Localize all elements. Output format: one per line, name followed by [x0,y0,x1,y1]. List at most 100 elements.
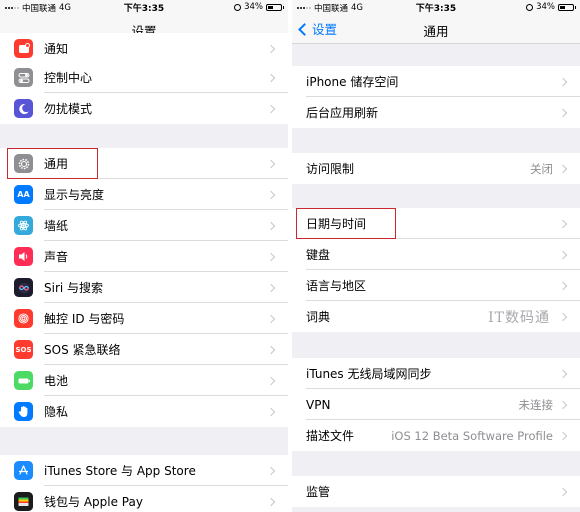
settings-row-general[interactable]: 通用 [0,148,288,179]
chevron-right-icon [266,104,276,113]
settings-row-display-brightness[interactable]: AA 显示与亮度 [0,179,288,210]
row-value: iOS 12 Beta Software Profile [391,428,553,443]
row-label: 声音 [44,250,69,264]
speaker-icon [14,247,33,266]
row-label: 隐私 [44,405,69,419]
row-label: 访问限制 [306,162,355,176]
chevron-right-icon [558,108,568,117]
row-label: 词典 [306,310,331,324]
general-row-restrictions[interactable]: 访问限制 关闭 [292,153,580,184]
battery-icon [266,3,284,11]
chevron-right-icon [558,164,568,173]
general-row-background-refresh[interactable]: 后台应用刷新 [292,97,580,128]
chevron-right-icon [558,369,568,378]
chevron-right-icon [266,190,276,199]
chevron-right-icon [558,281,568,290]
row-value: 未连接 [518,397,554,412]
page-title: 通用 [423,24,449,39]
chevron-right-icon [558,400,568,409]
battery-percent: 34% [536,2,555,12]
row-label: Siri 与搜索 [44,281,104,295]
row-value: 关闭 [530,161,553,176]
settings-row-itunes-app-store[interactable]: iTunes Store 与 App Store [0,455,288,486]
general-row-dictionary[interactable]: 词典 IT数码通 [292,301,580,332]
row-label: 触控 ID 与密码 [44,312,125,326]
rotation-lock-icon [526,3,534,11]
row-label: 勿扰模式 [44,102,93,116]
general-row-keyboard[interactable]: 键盘 [292,239,580,270]
general-row-profile[interactable]: 描述文件 iOS 12 Beta Software Profile [292,420,580,451]
row-label: 电池 [44,374,69,388]
battery-icon [14,371,33,390]
chevron-right-icon [266,407,276,416]
siri-icon [14,278,33,297]
chevron-right-icon [266,466,276,475]
chevron-right-icon [266,497,276,506]
row-label: 钱包与 Apple Pay [44,495,143,509]
row-label: VPN [306,397,331,412]
rotation-lock-icon [234,3,242,11]
general-row-language-region[interactable]: 语言与地区 [292,270,580,301]
wallet-icon [14,492,33,511]
row-label: iPhone 储存空间 [306,75,399,89]
settings-row-wallet-apple-pay[interactable]: 钱包与 Apple Pay [0,486,288,512]
gear-icon [14,154,33,173]
settings-row-privacy[interactable]: 隐私 [0,396,288,427]
row-label: 描述文件 [306,429,355,443]
fingerprint-icon [14,309,33,328]
battery-icon [558,3,576,11]
settings-row-emergency-sos[interactable]: SOS SOS 紧急联络 [0,334,288,365]
chevron-right-icon [266,159,276,168]
general-row-vpn[interactable]: VPN 未连接 [292,389,580,420]
row-label: 墙纸 [44,219,69,233]
row-label: 后台应用刷新 [306,106,379,120]
settings-row-notifications[interactable]: 通知 [0,33,288,64]
general-row-itunes-wifi-sync[interactable]: iTunes 无线局域网同步 [292,358,580,389]
general-row-supervision[interactable]: 监管 [292,476,580,507]
chevron-right-icon [558,487,568,496]
general-row-iphone-storage[interactable]: iPhone 储存空间 [292,66,580,97]
row-label: 语言与地区 [306,279,367,293]
chevron-right-icon [558,77,568,86]
row-label: 通知 [44,42,69,56]
general-settings-screen: 中国联通 4G 下午3:35 34% 设置 通用 iPhone 储存空间 后台应… [292,0,580,512]
settings-row-wallpaper[interactable]: 墙纸 [0,210,288,241]
settings-row-siri-search[interactable]: Siri 与搜索 [0,272,288,303]
battery-percent: 34% [244,2,263,12]
row-label: 日期与时间 [306,217,367,231]
row-label: 控制中心 [44,71,93,85]
settings-row-control-center[interactable]: 控制中心 [0,62,288,93]
wallpaper-icon [14,216,33,235]
sos-icon: SOS [14,340,33,359]
chevron-right-icon [266,283,276,292]
chevron-right-icon [558,250,568,259]
row-label: SOS 紧急联络 [44,343,121,357]
row-label: 键盘 [306,248,331,262]
status-bar: 中国联通 4G 下午3:35 34% [0,0,288,14]
chevron-right-icon [266,376,276,385]
row-label: 监管 [306,485,331,499]
settings-row-touch-id[interactable]: 触控 ID 与密码 [0,303,288,334]
chevron-right-icon [266,221,276,230]
chevron-right-icon [266,44,276,53]
chevron-right-icon [266,345,276,354]
moon-icon [14,99,33,118]
watermark-text: IT数码通 [488,309,550,326]
general-row-date-time[interactable]: 日期与时间 [292,208,580,239]
row-label: iTunes 无线局域网同步 [306,367,432,381]
nav-bar: 设置 通用 [292,14,580,44]
chevron-right-icon [266,73,276,82]
row-label: iTunes Store 与 App Store [44,464,196,478]
chevron-right-icon [558,219,568,228]
settings-screen: 中国联通 4G 下午3:35 34% 设置 通知 控制中心 勿扰模式 通用 AA… [0,0,288,512]
control-center-icon [14,68,33,87]
settings-row-sounds[interactable]: 声音 [0,241,288,272]
chevron-right-icon [558,312,568,321]
settings-row-do-not-disturb[interactable]: 勿扰模式 [0,93,288,124]
settings-row-battery[interactable]: 电池 [0,365,288,396]
chevron-right-icon [266,314,276,323]
app-store-icon [14,461,33,480]
notification-icon [14,39,33,58]
row-label: 通用 [44,157,69,171]
display-brightness-icon: AA [14,185,33,204]
